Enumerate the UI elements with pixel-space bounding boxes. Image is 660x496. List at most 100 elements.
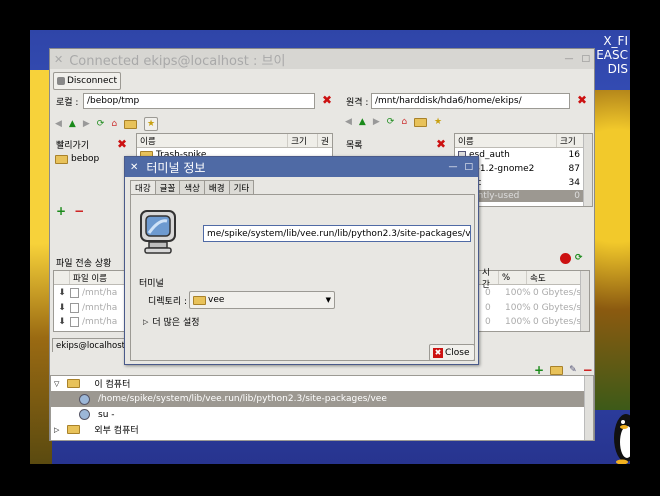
bookmark-star-button[interactable]: ★ [144, 117, 159, 131]
terminal-info-dialog: ✕ 터미널 정보 — □ 대강 글꼴 색상 배경 기타 me/spike/sys… [124, 156, 479, 365]
remote-forward-arrow-icon[interactable]: ▶ [373, 117, 380, 127]
refresh-icon[interactable]: ⟳ [97, 119, 105, 129]
terminal-icon [79, 393, 90, 405]
session-tab-label: ekips@localhost [56, 340, 125, 351]
remote-home-icon[interactable]: ⌂ [401, 117, 407, 127]
minimize-icon[interactable]: — [564, 54, 573, 64]
remove-bookmark-icon[interactable]: ✖ [117, 137, 127, 151]
local-path-input[interactable]: /bebop/tmp [83, 93, 315, 109]
tab-misc[interactable]: 기타 [228, 180, 255, 194]
transfer-speed: 0 Gbytes/s [533, 302, 582, 313]
new-folder-icon[interactable] [124, 119, 138, 129]
folder-icon [55, 154, 68, 164]
transfer-col-time[interactable]: 시간 [479, 268, 499, 290]
up-arrow-icon[interactable]: ▲ [69, 119, 76, 129]
expand-triangle-icon[interactable]: ▽ [54, 380, 59, 388]
local-col-size[interactable]: 크기 [288, 134, 319, 147]
transfer-col-name[interactable]: 파일 이름 [70, 271, 126, 284]
more-settings-expander[interactable]: ▷ 더 많은 설정 [143, 315, 200, 329]
directory-select[interactable]: vee ▼ [189, 291, 335, 309]
clear-remote-icon[interactable]: ✖ [577, 93, 587, 107]
folder-add-icon[interactable] [550, 365, 564, 375]
remote-col-size[interactable]: 크기 [557, 134, 583, 147]
folder-icon [193, 295, 206, 305]
more-settings-label: 더 많은 설정 [152, 318, 200, 328]
back-arrow-icon[interactable]: ◀ [55, 119, 62, 129]
download-arrow-icon: ⬇ [58, 302, 66, 313]
transfer-time: 0 [485, 302, 491, 313]
remote-col-name[interactable]: 이름 [455, 134, 557, 147]
transfer-pct: 100% [505, 316, 531, 327]
terminal-icon [79, 409, 90, 420]
tab-color[interactable]: 색상 [179, 180, 205, 194]
remote-scrollbar[interactable] [583, 134, 592, 206]
bookmark-item[interactable]: bebop [53, 150, 133, 168]
transfer-speed: 0 Gbytes/s [533, 287, 582, 298]
expander-triangle-icon: ▷ [143, 317, 149, 326]
transfer-pct: 100% [505, 287, 531, 298]
maximize-icon[interactable]: □ [581, 54, 590, 64]
remote-label: 원격 : [346, 98, 369, 108]
transfer-col-speed[interactable]: 속도 [527, 271, 579, 284]
transfer-col-pct[interactable]: % [499, 271, 527, 284]
tab-background[interactable]: 배경 [203, 180, 230, 194]
transfer-speed: 0 Gbytes/s [533, 316, 582, 327]
directory-value: vee [208, 295, 225, 305]
tree-label-this-computer: 이 컴퓨터 [94, 380, 131, 390]
terminal-section-label: 터미널 [139, 279, 164, 289]
desktop-corner-text: X_FI EASC DIS [596, 34, 628, 76]
local-col-perm[interactable]: 권 [318, 134, 332, 147]
dialog-minimize-icon[interactable]: — [448, 162, 457, 172]
remote-new-folder-icon[interactable] [414, 117, 428, 127]
refresh-transfer-icon[interactable]: ⟳ [575, 253, 583, 264]
corner-line-3: DIS [607, 62, 628, 76]
bookmark-item-label: bebop [71, 154, 100, 164]
tree-scrollbar[interactable] [584, 376, 593, 440]
main-titlebar: ✕ Connected ekips@localhost : 브이 — □ [50, 49, 594, 69]
file-icon [70, 287, 79, 298]
corner-line-1: X_FI [603, 34, 628, 48]
command-input[interactable]: me/spike/system/lib/vee.run/lib/python2.… [203, 225, 471, 242]
close-button[interactable]: ✖ Close [429, 344, 475, 361]
folder-icon [67, 425, 81, 434]
tree-row-external[interactable]: ▷ 외부 컴퓨터 [51, 422, 593, 437]
remove-icon[interactable]: − [74, 204, 84, 218]
tab-font[interactable]: 글꼴 [154, 180, 181, 194]
edit-icon[interactable]: ✎ [569, 365, 577, 375]
disconnect-button[interactable]: Disconnect [53, 72, 121, 90]
transfer-pct: 100% [505, 302, 531, 313]
close-icon[interactable]: ✕ [54, 53, 63, 66]
remote-up-arrow-icon[interactable]: ▲ [359, 117, 366, 127]
collapse-triangle-icon[interactable]: ▷ [54, 426, 59, 434]
download-arrow-icon: ⬇ [58, 287, 66, 298]
remote-path-input[interactable]: /mnt/harddisk/hda6/home/ekips/ [371, 93, 570, 109]
file-icon [70, 302, 79, 313]
tree-row-selected-path[interactable]: /home/spike/system/lib/vee.run/lib/pytho… [51, 391, 584, 407]
clear-local-icon[interactable]: ✖ [322, 93, 332, 107]
host-tree[interactable]: ▽ 이 컴퓨터 /home/spike/system/lib/vee.run/l… [50, 375, 594, 441]
plug-icon [57, 77, 65, 85]
close-button-label: Close [445, 347, 470, 358]
remote-back-arrow-icon[interactable]: ◀ [345, 117, 352, 127]
tree-row-this-computer[interactable]: ▽ 이 컴퓨터 [51, 376, 593, 391]
remote-refresh-icon[interactable]: ⟳ [387, 117, 395, 127]
remote-file-size: 0 [574, 191, 580, 201]
download-arrow-icon: ⬇ [58, 316, 66, 327]
dialog-tabs: 대강 글꼴 색상 배경 기타 [130, 180, 255, 195]
tab-general[interactable]: 대강 [130, 180, 156, 195]
remote-file-size: 34 [568, 178, 580, 188]
dialog-maximize-icon[interactable]: □ [464, 162, 473, 172]
remove-remote-bookmark-icon[interactable]: ✖ [436, 137, 446, 151]
dialog-close-icon[interactable]: ✕ [130, 162, 138, 173]
chevron-down-icon: ▼ [325, 296, 331, 304]
stop-transfer-icon[interactable] [560, 253, 571, 264]
remote-star-icon[interactable]: ★ [434, 117, 442, 127]
add-bookmark-icon[interactable]: + [56, 204, 66, 218]
tree-row-su[interactable]: su - [51, 407, 593, 422]
home-icon[interactable]: ⌂ [111, 119, 117, 129]
forward-arrow-icon[interactable]: ▶ [83, 119, 90, 129]
local-col-name[interactable]: 이름 [137, 134, 289, 147]
transfer-scrollbar[interactable] [580, 271, 589, 331]
close-x-icon: ✖ [433, 347, 443, 358]
remote-list-label: 목록 [346, 141, 363, 151]
